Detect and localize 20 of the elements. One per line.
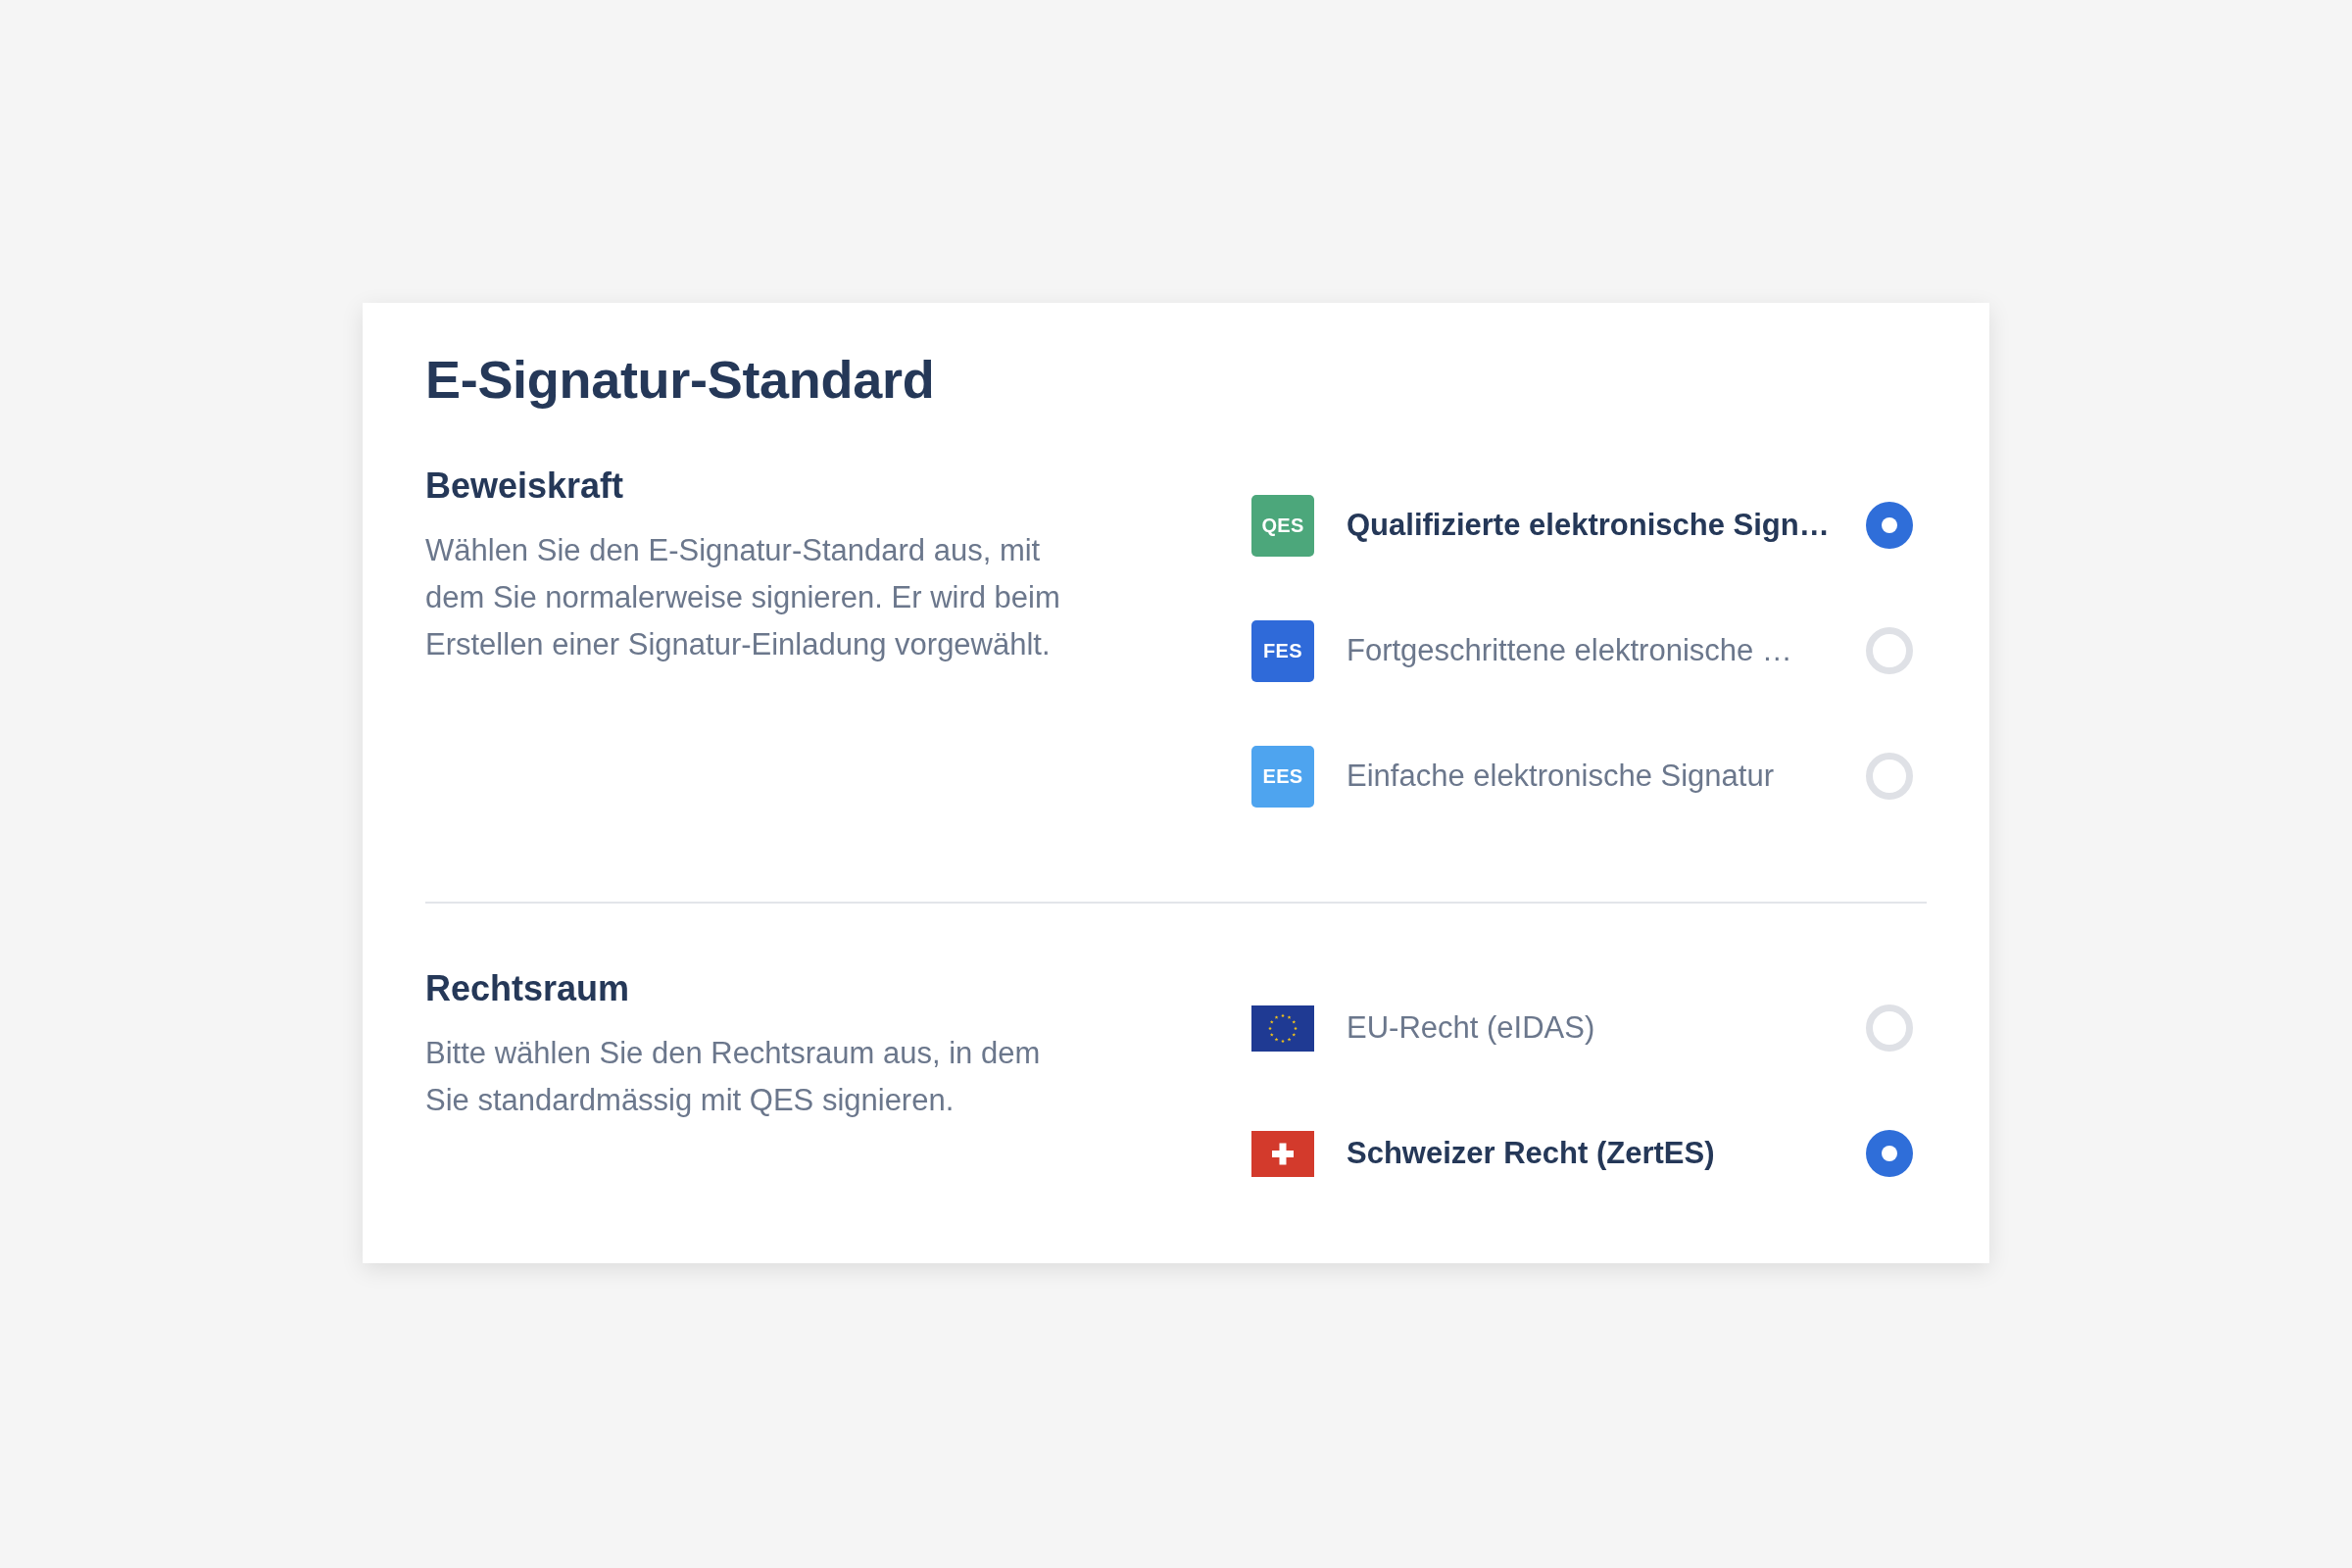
option-label: Einfache elektronische Signatur [1347,758,1775,796]
option-label: Qualifizierte elektronische Sign… [1347,507,1831,545]
radio-button[interactable] [1866,753,1913,801]
signature-level-badge: QES [1251,494,1314,557]
signature-level-badge: FES [1251,619,1314,682]
section-heading: Rechtsraum [425,966,630,1009]
option-label: Fortgeschrittene elektronische … [1347,632,1793,670]
radio-button[interactable] [1866,1004,1913,1053]
radio-button[interactable] [1866,627,1913,675]
section-heading: Beweiskraft [425,464,624,507]
section-description: Wählen Sie den E-Signatur-Standard aus, mit dem Sie normalerweise signieren. Er wird beim Erstellen einer Signatur-Einladung vorgewählt. [425,532,1061,663]
page-title: E-Signatur-Standard [425,349,935,411]
radio-button[interactable] [1866,502,1913,550]
signature-level-badge: EES [1251,745,1314,808]
radio-button[interactable] [1866,1130,1913,1178]
option-label: Schweizer Recht (ZertES) [1347,1135,1716,1173]
option-label: EU-Recht (eIDAS) [1347,1009,1596,1048]
eu-flag-icon [1251,1004,1314,1052]
section-description: Bitte wählen Sie den Rechtsraum aus, in dem Sie standardmässig mit QES signieren. [425,1035,1042,1119]
swiss-flag-icon [1251,1130,1314,1177]
